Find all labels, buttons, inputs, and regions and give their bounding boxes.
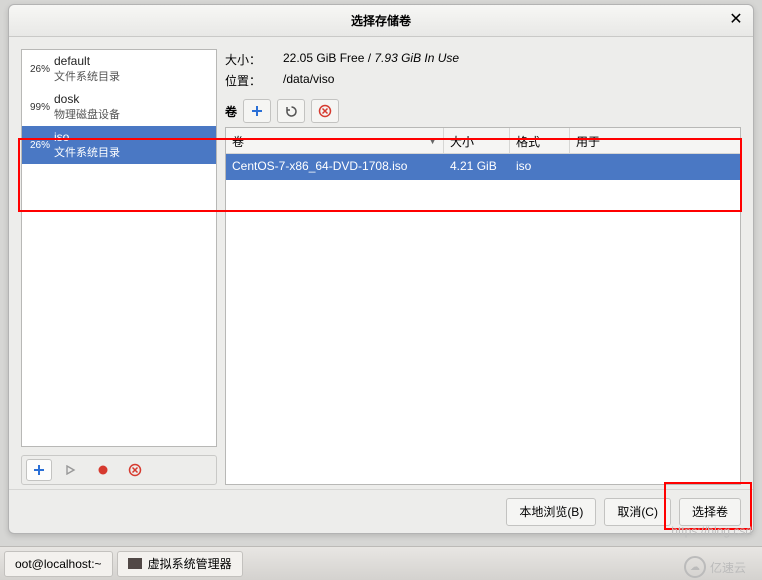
pool-type: 文件系统目录 xyxy=(54,144,120,160)
delete-volume-button[interactable] xyxy=(311,99,339,123)
col-header-usedby[interactable]: 用于 xyxy=(570,128,740,153)
size-value: 22.05 GiB Free / 7.93 GiB In Use xyxy=(283,51,459,68)
size-row: 大小： 22.05 GiB Free / 7.93 GiB In Use xyxy=(225,49,741,70)
col-header-volume[interactable]: 卷▼ xyxy=(226,128,444,153)
col-header-format[interactable]: 格式 xyxy=(510,128,570,153)
pool-name: iso xyxy=(54,130,120,144)
cell-size: 4.21 GiB xyxy=(444,154,510,180)
taskbar-item-terminal[interactable]: oot@localhost:~ xyxy=(4,551,113,577)
pool-percent: 99% xyxy=(26,102,50,113)
app-icon xyxy=(128,558,142,569)
pool-percent: 26% xyxy=(26,64,50,75)
table-body: CentOS-7-x86_64-DVD-1708.iso 4.21 GiB is… xyxy=(226,154,740,484)
location-label: 位置： xyxy=(225,72,273,89)
storage-pool-list[interactable]: 26% default 文件系统目录 99% dosk 物理磁盘设备 xyxy=(21,49,217,447)
volumes-label: 卷 xyxy=(225,103,237,120)
dialog-buttons: 本地浏览(B) 取消(C) 选择卷 xyxy=(9,489,753,533)
delete-pool-button[interactable] xyxy=(122,459,148,481)
volume-table: 卷▼ 大小 格式 用于 CentOS-7-x86_64-DVD-1708.iso… xyxy=(225,127,741,485)
dialog-content: 26% default 文件系统目录 99% dosk 物理磁盘设备 xyxy=(9,37,753,533)
close-icon[interactable]: ✕ xyxy=(727,11,745,29)
new-volume-button[interactable] xyxy=(243,99,271,123)
location-row: 位置： /data/viso xyxy=(225,70,741,91)
taskbar-item-virt-manager[interactable]: 虚拟系统管理器 xyxy=(117,551,243,577)
pool-item-default[interactable]: 26% default 文件系统目录 xyxy=(22,50,216,88)
pool-percent: 26% xyxy=(26,140,50,151)
title-bar: 选择存储卷 ✕ xyxy=(9,5,753,37)
volume-toolbar: 卷 xyxy=(225,95,741,127)
location-value: /data/viso xyxy=(283,72,334,89)
sidebar-toolbar xyxy=(21,455,217,485)
table-header: 卷▼ 大小 格式 用于 xyxy=(226,128,740,154)
pool-item-iso[interactable]: 26% iso 文件系统目录 xyxy=(22,126,216,164)
size-label: 大小： xyxy=(225,51,273,68)
browse-local-button[interactable]: 本地浏览(B) xyxy=(506,498,596,526)
pool-name: default xyxy=(54,54,120,68)
cell-format: iso xyxy=(510,154,570,180)
cancel-button[interactable]: 取消(C) xyxy=(604,498,671,526)
pool-type: 文件系统目录 xyxy=(54,68,120,84)
pool-item-dosk[interactable]: 99% dosk 物理磁盘设备 xyxy=(22,88,216,126)
col-header-size[interactable]: 大小 xyxy=(444,128,510,153)
cell-usedby xyxy=(570,154,740,180)
sidebar: 26% default 文件系统目录 99% dosk 物理磁盘设备 xyxy=(21,49,217,485)
dialog-title: 选择存储卷 xyxy=(351,12,411,29)
add-pool-button[interactable] xyxy=(26,459,52,481)
start-pool-button[interactable] xyxy=(58,459,84,481)
cell-volume: CentOS-7-x86_64-DVD-1708.iso xyxy=(226,154,444,180)
pool-name: dosk xyxy=(54,92,120,106)
right-pane: 大小： 22.05 GiB Free / 7.93 GiB In Use 位置：… xyxy=(225,49,741,485)
storage-volume-dialog: 选择存储卷 ✕ 26% default 文件系统目录 99% xyxy=(8,4,754,534)
refresh-button[interactable] xyxy=(277,99,305,123)
choose-volume-button[interactable]: 选择卷 xyxy=(679,498,741,526)
table-row[interactable]: CentOS-7-x86_64-DVD-1708.iso 4.21 GiB is… xyxy=(226,154,740,180)
stop-pool-button[interactable] xyxy=(90,459,116,481)
taskbar: oot@localhost:~ 虚拟系统管理器 xyxy=(0,546,762,580)
pool-type: 物理磁盘设备 xyxy=(54,106,120,122)
sort-arrow-icon: ▼ xyxy=(428,136,437,146)
